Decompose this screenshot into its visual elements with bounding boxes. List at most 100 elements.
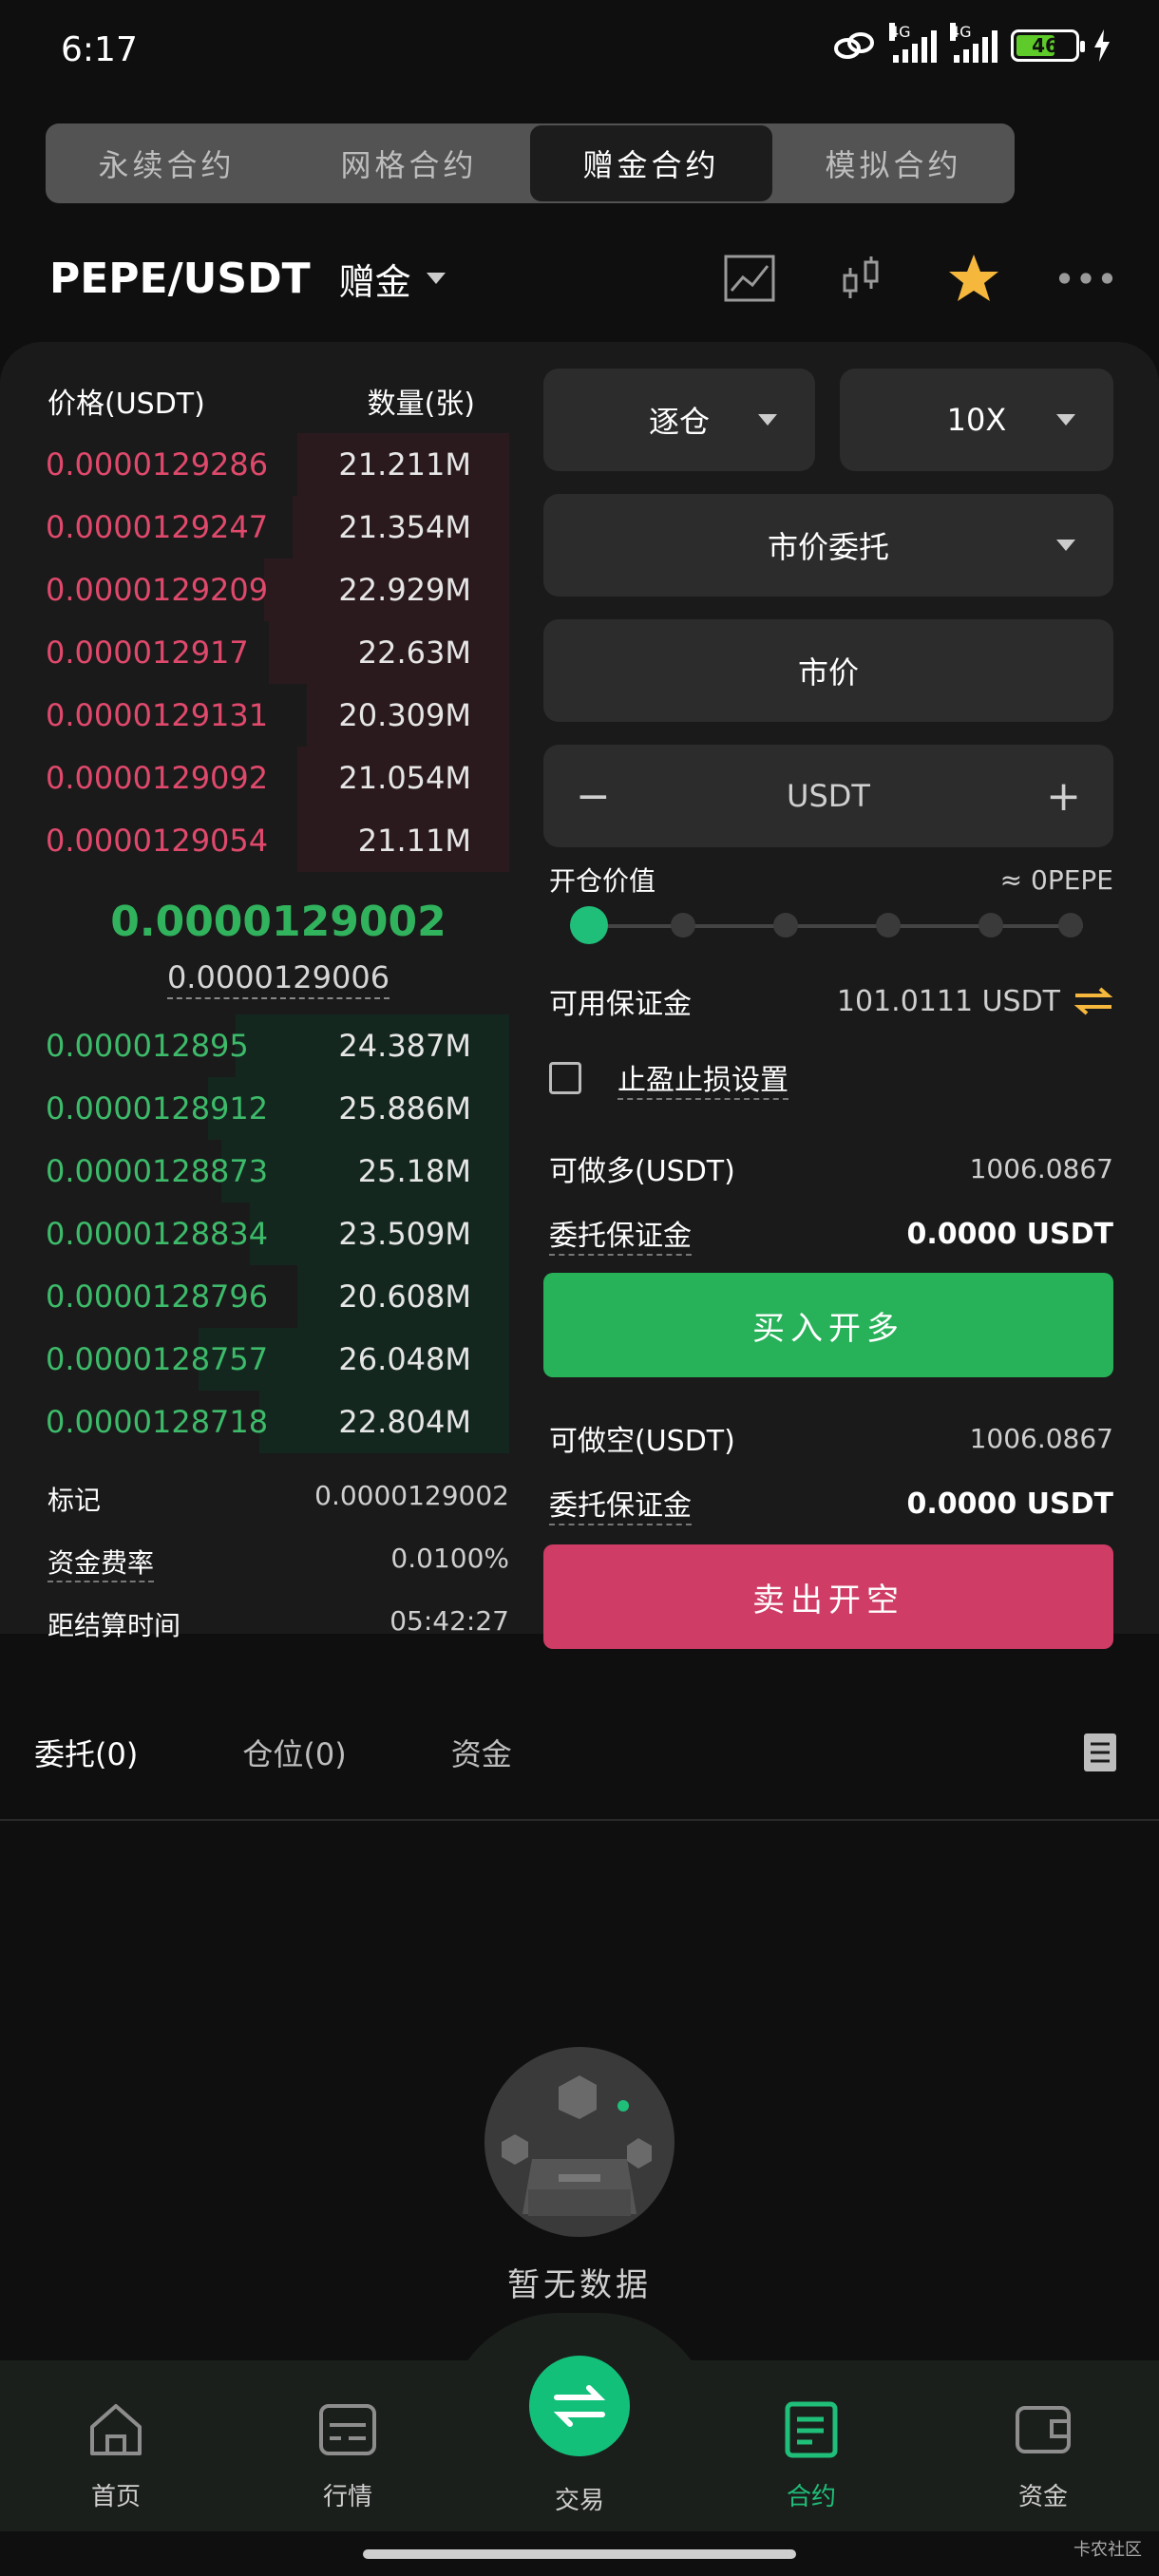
row-qty: 23.509M (338, 1216, 471, 1252)
row-qty: 20.309M (338, 697, 471, 733)
buy-long-button[interactable]: 买入开多 (543, 1273, 1113, 1377)
empty-text: 暂无数据 (507, 2266, 652, 2304)
divider (0, 1819, 1159, 1821)
mark-label: 标记 (48, 1485, 102, 1516)
signal-icon: 4G (889, 23, 937, 63)
funding-label[interactable]: 资金费率 (48, 1543, 155, 1582)
row-price: 0.000012917 (46, 635, 249, 671)
price-field[interactable]: 市价 (543, 619, 1113, 722)
home-indicator[interactable] (363, 2549, 796, 2559)
ask-row[interactable]: 0.0000129247 21.354M (38, 496, 509, 559)
row-qty: 20.608M (338, 1279, 471, 1315)
slider-step[interactable] (1058, 913, 1083, 938)
margin-mode-select[interactable]: 逐仓 (543, 369, 815, 471)
watermark: 卡农社区 (1074, 2540, 1142, 2560)
ask-row[interactable]: 0.0000129209 22.929M (38, 559, 509, 621)
row-price: 0.0000128757 (46, 1341, 269, 1377)
bid-row[interactable]: 0.0000128834 23.509M (38, 1203, 509, 1265)
slider-step[interactable] (978, 913, 1003, 938)
row-price: 0.0000128912 (46, 1090, 269, 1127)
bid-row[interactable]: 0.000012895 24.387M (38, 1014, 509, 1077)
tab-demo[interactable]: 模拟合约 (772, 123, 1015, 203)
bid-row[interactable]: 0.0000128873 25.18M (38, 1140, 509, 1203)
long-margin-label[interactable]: 委托保证金 (549, 1212, 692, 1256)
bid-row[interactable]: 0.0000128718 22.804M (38, 1391, 509, 1453)
row-qty: 21.354M (338, 509, 471, 545)
signal-icon: 4G (950, 23, 998, 63)
plus-button[interactable]: + (1046, 772, 1081, 821)
document-icon[interactable] (1083, 1733, 1117, 1772)
available-value: 101.0111 USDT (836, 984, 1060, 1018)
slider-step[interactable] (671, 913, 695, 938)
row-price: 0.0000128718 (46, 1404, 269, 1440)
slider-step[interactable] (773, 913, 798, 938)
row-qty: 24.387M (338, 1028, 471, 1064)
short-max-value: 1006.0867 (969, 1422, 1113, 1454)
leverage-select[interactable]: 10X (840, 369, 1113, 471)
tab-funds[interactable]: 资金 (451, 1731, 512, 1774)
row-qty: 22.804M (338, 1404, 471, 1440)
pair-type[interactable]: 赠金 (339, 253, 411, 305)
row-price: 0.000012895 (46, 1028, 249, 1064)
nav-contract[interactable]: 合约 (735, 2398, 887, 2512)
tpsl-row: 止盈止损设置 (549, 1056, 1113, 1100)
bid-row[interactable]: 0.0000128757 26.048M (38, 1328, 509, 1391)
tpsl-label[interactable]: 止盈止损设置 (618, 1056, 788, 1100)
chart-icon[interactable] (722, 251, 777, 306)
row-price: 0.0000129209 (46, 572, 269, 608)
amount-input[interactable]: − USDT + (543, 745, 1113, 847)
available-label: 可用保证金 (549, 988, 692, 1021)
nav-trade-label[interactable]: 交易 (504, 2481, 656, 2516)
status-bar: 6:17 4G 4G 46 (0, 0, 1159, 104)
slider-knob[interactable] (570, 906, 608, 944)
tpsl-checkbox[interactable] (549, 1062, 581, 1094)
row-price: 0.0000128873 (46, 1153, 269, 1189)
sell-short-button[interactable]: 卖出开空 (543, 1544, 1113, 1649)
contract-icon (785, 2401, 838, 2458)
ask-row[interactable]: 0.0000129286 21.211M (38, 433, 509, 496)
tab-bonus[interactable]: 赠金合约 (530, 125, 772, 201)
amount-unit: USDT (787, 778, 870, 814)
last-price: 0.0000129002 (110, 898, 446, 946)
position-slider[interactable] (570, 906, 1083, 944)
nav-assets[interactable]: 资金 (967, 2398, 1119, 2512)
short-margin-value: 0.0000 USDT (906, 1487, 1113, 1521)
star-icon[interactable] (946, 251, 1001, 306)
qty-header: 数量(张) (367, 388, 475, 421)
more-icon[interactable] (1058, 251, 1113, 306)
short-max-row: 可做空(USDT) 1006.0867 (549, 1417, 1113, 1459)
row-qty: 25.18M (357, 1153, 471, 1189)
row-price: 0.0000129247 (46, 509, 269, 545)
slider-step[interactable] (876, 913, 901, 938)
chevron-down-icon (758, 414, 777, 426)
home-icon (90, 2404, 142, 2455)
nav-home[interactable]: 首页 (40, 2398, 192, 2512)
row-price: 0.0000129286 (46, 446, 269, 483)
row-qty: 22.63M (357, 635, 471, 671)
tab-grid[interactable]: 网格合约 (288, 123, 530, 203)
ask-row[interactable]: 0.0000129054 21.11M (38, 809, 509, 872)
nav-market[interactable]: 行情 (272, 2398, 424, 2512)
status-time: 6:17 (61, 30, 138, 69)
ask-row[interactable]: 0.0000129131 20.309M (38, 684, 509, 747)
pair-symbol[interactable]: PEPE/USDT (49, 255, 311, 303)
orders-tabs: 委托(0) 仓位(0) 资金 (34, 1731, 1117, 1774)
candlestick-icon[interactable] (834, 251, 889, 306)
bid-row[interactable]: 0.0000128912 25.886M (38, 1077, 509, 1140)
ask-row[interactable]: 0.0000129092 21.054M (38, 747, 509, 809)
tab-perpetual[interactable]: 永续合约 (46, 123, 288, 203)
order-type-select[interactable]: 市价委托 (543, 494, 1113, 597)
row-price: 0.0000128796 (46, 1279, 269, 1315)
available-row: 可用保证金 101.0111 USDT (549, 980, 1113, 1022)
chevron-down-icon[interactable] (426, 273, 446, 284)
minus-button[interactable]: − (576, 772, 611, 821)
transfer-icon[interactable] (1074, 986, 1113, 1016)
short-margin-label[interactable]: 委托保证金 (549, 1482, 692, 1525)
nav-trade[interactable] (529, 2356, 630, 2456)
bid-row[interactable]: 0.0000128796 20.608M (38, 1265, 509, 1328)
tab-positions[interactable]: 仓位(0) (242, 1731, 346, 1774)
ask-row[interactable]: 0.000012917 22.63M (38, 621, 509, 684)
open-value-label: 开仓价值 (549, 865, 656, 897)
long-max-row: 可做多(USDT) 1006.0867 (549, 1147, 1113, 1189)
tab-orders[interactable]: 委托(0) (34, 1731, 138, 1774)
